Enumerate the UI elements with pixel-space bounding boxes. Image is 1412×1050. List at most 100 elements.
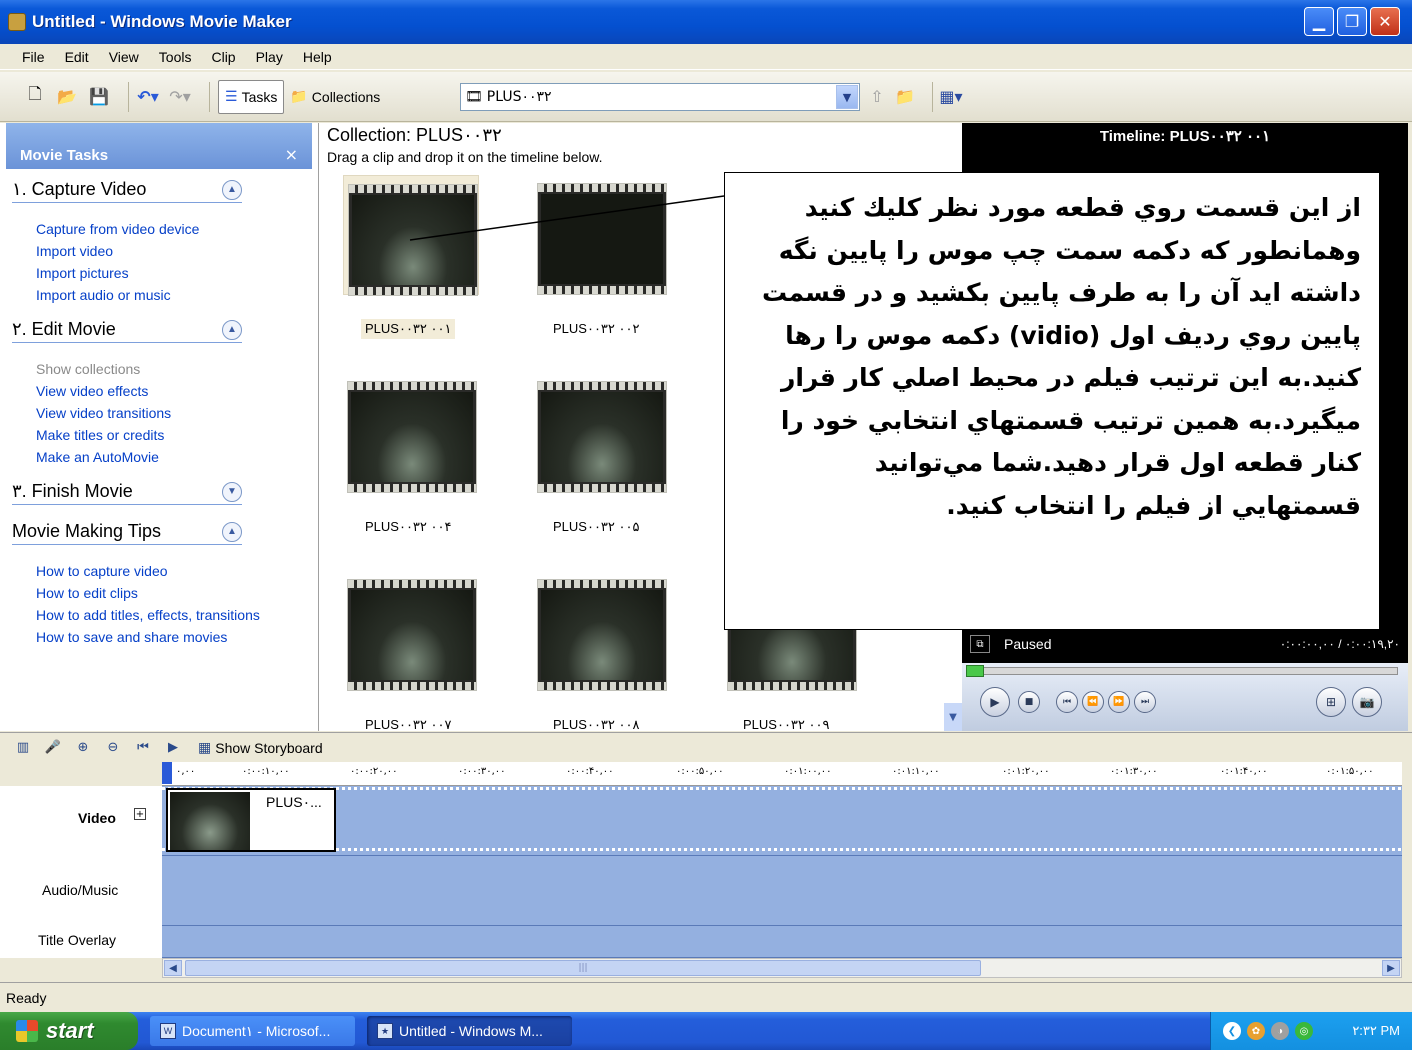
- task-make-automovie[interactable]: Make an AutoMovie: [36, 449, 159, 465]
- tip-add-titles[interactable]: How to add titles, effects, transitions: [36, 607, 260, 623]
- menu-help[interactable]: Help: [293, 47, 342, 67]
- clip-thumbnail[interactable]: [343, 373, 479, 493]
- clip-label[interactable]: PLUS۰۰۳۲ ۰۰۷: [365, 717, 451, 731]
- chevron-up-icon[interactable]: ▲: [222, 179, 242, 200]
- timeline-ruler[interactable]: ۰,۰۰ ۰:۰۰:۱۰,۰۰ ۰:۰۰:۲۰,۰۰ ۰:۰۰:۳۰,۰۰ ۰:…: [162, 762, 1402, 786]
- narrate-timeline-icon[interactable]: 🎤: [42, 737, 64, 759]
- previous-frame-icon[interactable]: ⏮: [1056, 691, 1078, 713]
- next-frame-icon[interactable]: ⏭: [1134, 691, 1156, 713]
- seek-handle[interactable]: [966, 665, 984, 677]
- ruler-tick: ۰:۰۱:۱۰,۰۰: [892, 766, 940, 777]
- tip-save-share[interactable]: How to save and share movies: [36, 629, 227, 645]
- timeline-clip-name: PLUS۰...: [266, 794, 322, 810]
- audio-music-track[interactable]: [162, 856, 1402, 926]
- scroll-left-icon[interactable]: ◀: [164, 960, 182, 976]
- timeline-video-clip[interactable]: PLUS۰...: [166, 788, 336, 852]
- audio-track-label: Audio/Music: [42, 882, 119, 898]
- scroll-down-icon[interactable]: ▼: [944, 703, 962, 731]
- show-storyboard-button[interactable]: ▦ Show Storyboard: [198, 739, 323, 756]
- start-button[interactable]: start: [0, 1012, 138, 1050]
- tip-edit-clips[interactable]: How to edit clips: [36, 585, 138, 601]
- chevron-up-icon[interactable]: ▲: [222, 521, 242, 542]
- rewind-icon[interactable]: ⏪: [1082, 691, 1104, 713]
- section-title[interactable]: Movie Making Tips: [12, 521, 161, 542]
- stop-icon[interactable]: ■: [1018, 691, 1040, 713]
- clip-thumbnail[interactable]: [533, 373, 669, 493]
- menu-view[interactable]: View: [99, 47, 149, 67]
- clip-thumbnail[interactable]: [343, 571, 479, 691]
- zoom-in-icon[interactable]: ⊕: [72, 737, 94, 759]
- task-make-titles[interactable]: Make titles or credits: [36, 427, 164, 443]
- section-title[interactable]: ۱. Capture Video: [12, 179, 146, 200]
- taskbar-movie-maker[interactable]: ★ Untitled - Windows M...: [367, 1016, 572, 1046]
- clip-thumbnail[interactable]: [533, 175, 669, 295]
- play-timeline-icon[interactable]: ▶: [162, 737, 184, 759]
- chevron-down-icon[interactable]: ▼: [222, 481, 242, 502]
- undo-icon[interactable]: ↶▾: [137, 86, 159, 108]
- video-track[interactable]: PLUS۰...: [162, 786, 1402, 856]
- tray-security-icon[interactable]: ◑: [1271, 1022, 1289, 1040]
- rewind-timeline-icon[interactable]: ⏮: [132, 737, 154, 759]
- tip-capture-video[interactable]: How to capture video: [36, 563, 168, 579]
- redo-icon[interactable]: ↷▾: [169, 86, 191, 108]
- playback-time: ۰:۰۰:۰۰,۰۰ / ۰:۰۰:۱۹,۲۰: [1279, 637, 1400, 651]
- playhead-marker[interactable]: [162, 762, 172, 784]
- scrollbar-thumb[interactable]: |||: [185, 960, 981, 976]
- chevron-down-icon[interactable]: ▼: [836, 85, 858, 109]
- tray-av-icon[interactable]: ◎: [1295, 1022, 1313, 1040]
- minimize-button[interactable]: ▁: [1304, 7, 1334, 36]
- windows-logo-icon: [16, 1020, 38, 1042]
- menu-file[interactable]: File: [12, 47, 55, 67]
- close-tasks-icon[interactable]: ×: [285, 145, 298, 164]
- clip-label[interactable]: PLUS۰۰۳۲ ۰۰۸: [553, 717, 639, 731]
- open-project-icon[interactable]: 📂: [56, 86, 78, 108]
- fast-forward-icon[interactable]: ⏩: [1108, 691, 1130, 713]
- close-button[interactable]: ✕: [1370, 7, 1400, 36]
- restore-button[interactable]: ❐: [1337, 7, 1367, 36]
- tasks-button[interactable]: ☰ Tasks: [218, 79, 285, 114]
- clip-label[interactable]: PLUS۰۰۳۲ ۰۰۴: [365, 519, 451, 535]
- task-capture-from-video-device[interactable]: Capture from video device: [36, 221, 199, 237]
- collection-icon: 🎞: [465, 89, 483, 105]
- clip-thumbnail[interactable]: [533, 571, 669, 691]
- timeline-horizontal-scrollbar[interactable]: ◀ ||| ▶: [162, 958, 1402, 978]
- clip-label[interactable]: PLUS۰۰۳۲ ۰۰۹: [743, 717, 829, 731]
- task-import-pictures[interactable]: Import pictures: [36, 265, 129, 281]
- views-icon[interactable]: ▦▾: [939, 86, 962, 108]
- task-import-video[interactable]: Import video: [36, 243, 113, 259]
- ruler-tick: ۰,۰۰: [176, 766, 196, 777]
- clip-label[interactable]: PLUS۰۰۳۲ ۰۰۵: [553, 519, 639, 535]
- section-title[interactable]: ۲. Edit Movie: [12, 319, 116, 340]
- collections-button[interactable]: 📁 Collections: [284, 80, 386, 114]
- taskbar-word-document[interactable]: W Document۱ - Microsof...: [150, 1016, 355, 1046]
- clip-label[interactable]: PLUS۰۰۳۲ ۰۰۱: [361, 319, 456, 339]
- title-overlay-track[interactable]: [162, 926, 1402, 958]
- seek-bar[interactable]: [968, 667, 1398, 675]
- zoom-out-icon[interactable]: ⊖: [102, 737, 124, 759]
- menu-edit[interactable]: Edit: [55, 47, 99, 67]
- up-level-icon[interactable]: ⇧: [866, 86, 888, 108]
- clip-label[interactable]: PLUS۰۰۳۲ ۰۰۲: [553, 321, 639, 337]
- task-import-audio[interactable]: Import audio or music: [36, 287, 171, 303]
- set-audio-levels-icon[interactable]: ▥: [12, 737, 34, 759]
- play-icon[interactable]: ▶: [980, 687, 1010, 717]
- chevron-up-icon[interactable]: ▲: [222, 319, 242, 340]
- new-folder-icon[interactable]: 📁: [894, 86, 916, 108]
- menu-play[interactable]: Play: [246, 47, 293, 67]
- toolbar-separator: [932, 81, 933, 112]
- task-view-video-transitions[interactable]: View video transitions: [36, 405, 171, 421]
- scroll-right-icon[interactable]: ▶: [1382, 960, 1400, 976]
- save-project-icon[interactable]: 💾: [88, 86, 110, 108]
- section-title[interactable]: ۳. Finish Movie: [12, 481, 133, 502]
- take-picture-icon[interactable]: 📷: [1352, 687, 1382, 717]
- menu-tools[interactable]: Tools: [149, 47, 202, 67]
- split-clip-icon[interactable]: ⊞: [1316, 687, 1346, 717]
- new-project-icon[interactable]: 🗋: [24, 84, 46, 108]
- collection-select[interactable]: 🎞 PLUS۰۰۳۲ ▼: [460, 83, 860, 111]
- menu-clip[interactable]: Clip: [201, 47, 245, 67]
- task-view-video-effects[interactable]: View video effects: [36, 383, 148, 399]
- tray-network-icon[interactable]: ✿: [1247, 1022, 1265, 1040]
- clip-thumbnail[interactable]: [343, 175, 479, 296]
- expand-track-icon[interactable]: +: [134, 808, 146, 820]
- tray-expand-icon[interactable]: ❮: [1223, 1022, 1241, 1040]
